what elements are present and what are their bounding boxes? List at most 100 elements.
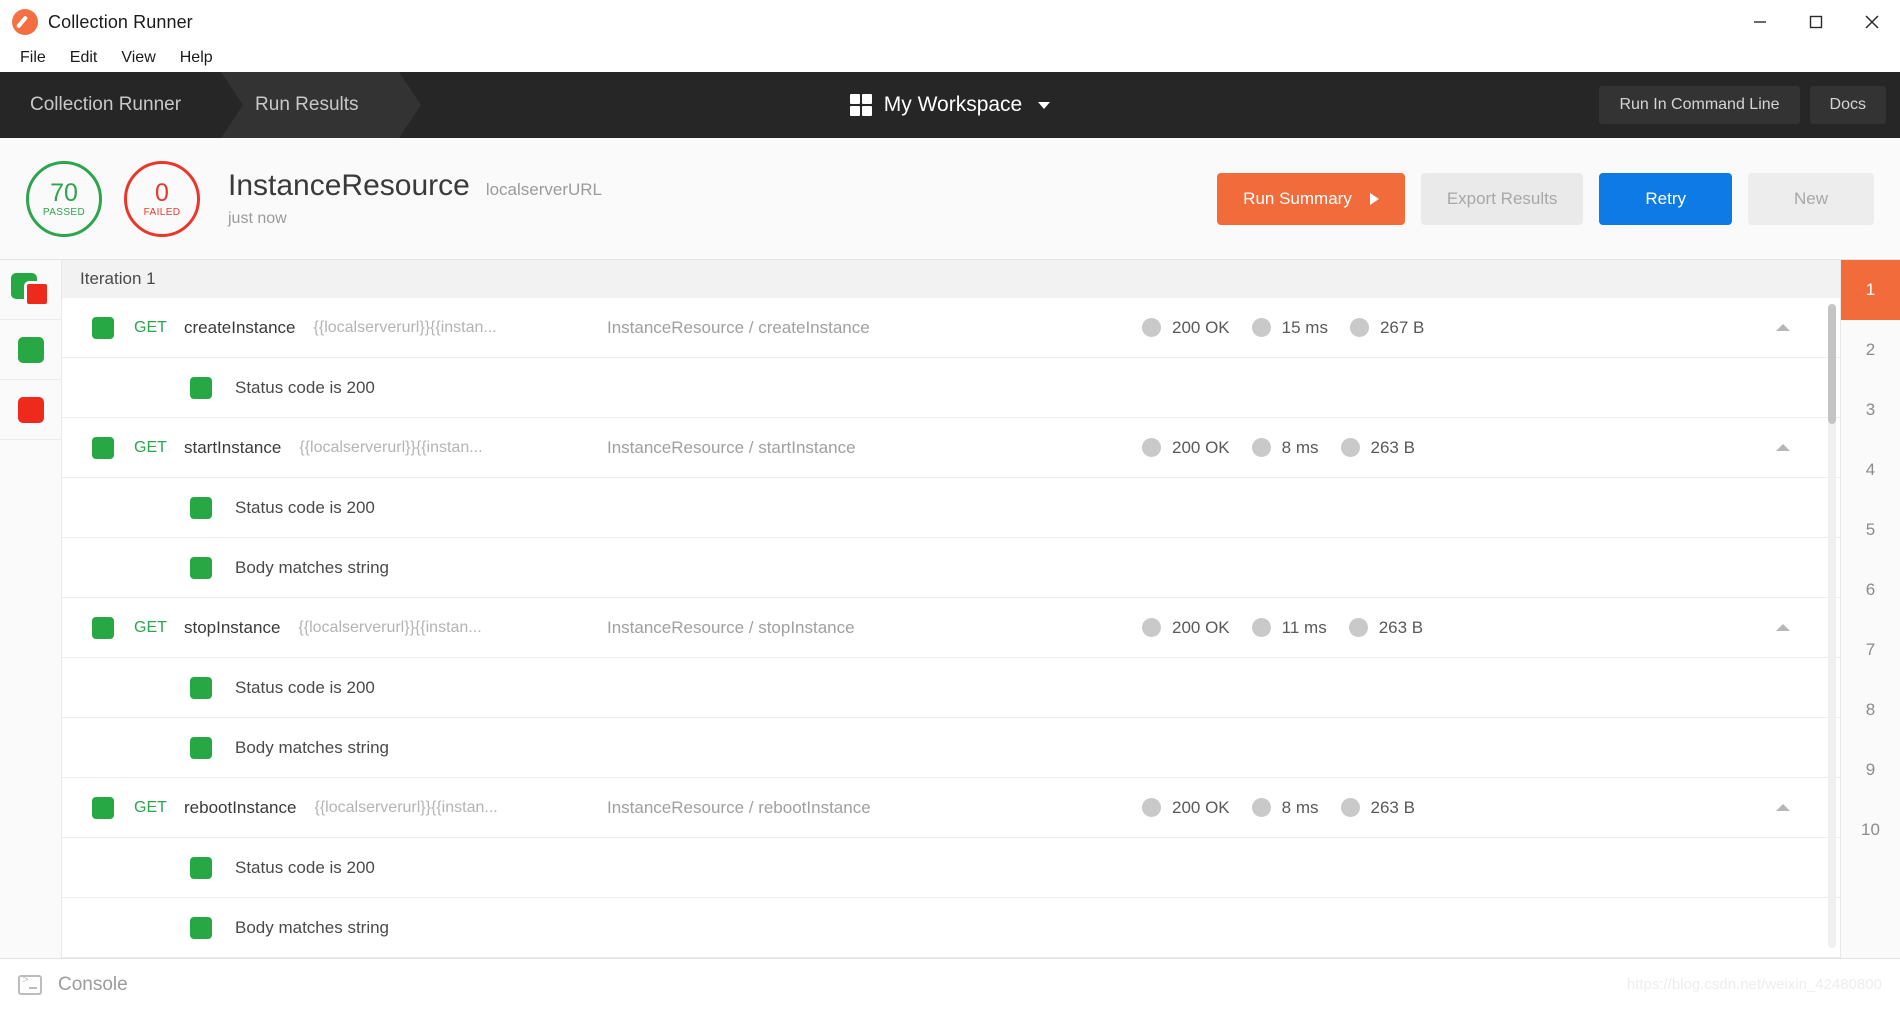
request-metrics: 200 OK 15 ms 267 B [1142,318,1436,338]
list-item: Status code is 200 [62,478,1840,538]
request-metrics: 200 OK 8 ms 263 B [1142,798,1427,818]
iteration-item-2[interactable]: 2 [1841,320,1900,380]
time-value: 8 ms [1281,437,1319,457]
list-item: Status code is 200 [62,658,1840,718]
iteration-item-6[interactable]: 6 [1841,560,1900,620]
environment-name: localserverURL [485,180,603,199]
test-label: Body matches string [235,737,390,757]
menu-item-edit[interactable]: Edit [60,46,108,70]
menu-item-view[interactable]: View [111,46,165,70]
size-dot-icon [1349,318,1369,337]
chevron-up-icon[interactable] [1776,804,1790,811]
test-label: Status code is 200 [235,377,375,397]
status-dot-icon [1142,618,1161,637]
filter-all-button[interactable] [0,260,61,320]
iteration-item-9[interactable]: 9 [1841,740,1900,800]
test-status-badge [190,856,212,879]
request-path: InstanceResource / stopInstance [607,617,855,637]
request-method: GET [134,618,167,636]
request-url: {{localserverurl}}{{instan... [314,798,498,816]
chevron-up-icon[interactable] [1776,624,1790,631]
test-status-badge [190,676,212,699]
iteration-item-7[interactable]: 7 [1841,620,1900,680]
table-row[interactable]: GET rebootInstance {{localserverurl}}{{i… [62,778,1840,838]
scrollbar-thumb[interactable] [1828,304,1836,424]
minimize-icon[interactable] [1732,0,1788,44]
table-row[interactable]: GET createInstance {{localserverurl}}{{i… [62,298,1840,358]
failed-square-icon [17,396,44,423]
iteration-item-3[interactable]: 3 [1841,380,1900,440]
terminal-icon [18,974,42,995]
metric-time: 8 ms [1251,798,1319,818]
time-dot-icon [1251,798,1271,817]
run-summary-label: Run Summary [1243,188,1352,208]
status-value: 200 OK [1172,617,1230,637]
metric-status: 200 OK [1142,618,1230,638]
metric-size: 263 B [1340,798,1415,818]
iteration-item-4[interactable]: 4 [1841,440,1900,500]
table-row[interactable]: GET stopInstance {{localserverurl}}{{ins… [62,598,1840,658]
time-value: 15 ms [1281,317,1328,337]
app-navbar: Collection Runner Run Results My Workspa… [0,72,1900,138]
iteration-item-1[interactable]: 1 [1841,260,1900,320]
results-body: Iteration 1 GET createInstance {{localse… [0,260,1900,958]
workspace-selector[interactable]: My Workspace [849,93,1051,117]
filter-passed-button[interactable] [0,320,61,380]
status-value: 200 OK [1172,437,1230,457]
new-button[interactable]: New [1747,172,1874,225]
list-item: Body matches string [62,898,1840,958]
request-path: InstanceResource / startInstance [607,437,856,457]
test-label: Status code is 200 [235,497,375,517]
list-item: Status code is 200 [62,838,1840,898]
request-metrics: 200 OK 8 ms 263 B [1142,438,1427,458]
metric-size: 263 B [1348,618,1423,638]
status-dot-icon [1142,318,1161,337]
grid-icon [849,94,872,116]
status-value: 200 OK [1172,797,1230,817]
status-badge [92,316,114,339]
console-bar[interactable]: Console https://blog.csdn.net/weixin_424… [0,958,1900,1010]
menu-bar: File Edit View Help [0,44,1900,72]
metric-size: 267 B [1349,318,1424,338]
menu-item-file[interactable]: File [10,46,56,70]
docs-button[interactable]: Docs [1809,86,1886,124]
workspace-name: My Workspace [883,93,1023,116]
metric-time: 11 ms [1251,618,1327,638]
failed-counter: 0 FAILED [124,160,200,237]
page-title: InstanceResource [228,169,470,202]
list-item: Body matches string [62,538,1840,598]
iteration-item-10[interactable]: 10 [1841,800,1900,860]
test-status-badge [190,496,212,519]
status-dot-icon [1142,438,1161,457]
retry-button[interactable]: Retry [1599,172,1732,225]
table-row[interactable]: GET startInstance {{localserverurl}}{{in… [62,418,1840,478]
request-url: {{localserverurl}}{{instan... [298,618,482,636]
maximize-icon[interactable] [1788,0,1844,44]
metric-time: 8 ms [1251,437,1319,458]
export-results-button[interactable]: Export Results [1420,172,1584,225]
postman-logo-icon [12,9,38,35]
test-label: Body matches string [235,917,390,937]
chevron-up-icon[interactable] [1776,324,1790,331]
menu-item-help[interactable]: Help [170,46,223,70]
run-in-command-line-button[interactable]: Run In Command Line [1599,86,1800,124]
request-url: {{localserverurl}}{{instan... [299,438,483,456]
request-path: InstanceResource / createInstance [607,317,870,337]
run-summary-button[interactable]: Run Summary [1217,172,1405,225]
request-name: stopInstance [184,617,281,637]
run-summary-bar: 70 PASSED 0 FAILED InstanceResource loca… [0,138,1900,260]
close-icon[interactable] [1844,0,1900,44]
request-name: createInstance [184,317,296,337]
metric-size: 263 B [1340,438,1415,458]
size-dot-icon [1340,438,1360,457]
breadcrumb-collection-runner[interactable]: Collection Runner [0,72,244,138]
status-badge [92,436,114,459]
breadcrumb-run-results[interactable]: Run Results [221,72,420,138]
metric-time: 15 ms [1251,317,1328,338]
results-list: Iteration 1 GET createInstance {{localse… [62,260,1840,958]
iteration-item-8[interactable]: 8 [1841,680,1900,740]
iteration-item-5[interactable]: 5 [1841,500,1900,560]
all-results-icon [10,272,51,307]
filter-failed-button[interactable] [0,380,61,440]
chevron-up-icon[interactable] [1776,444,1790,451]
